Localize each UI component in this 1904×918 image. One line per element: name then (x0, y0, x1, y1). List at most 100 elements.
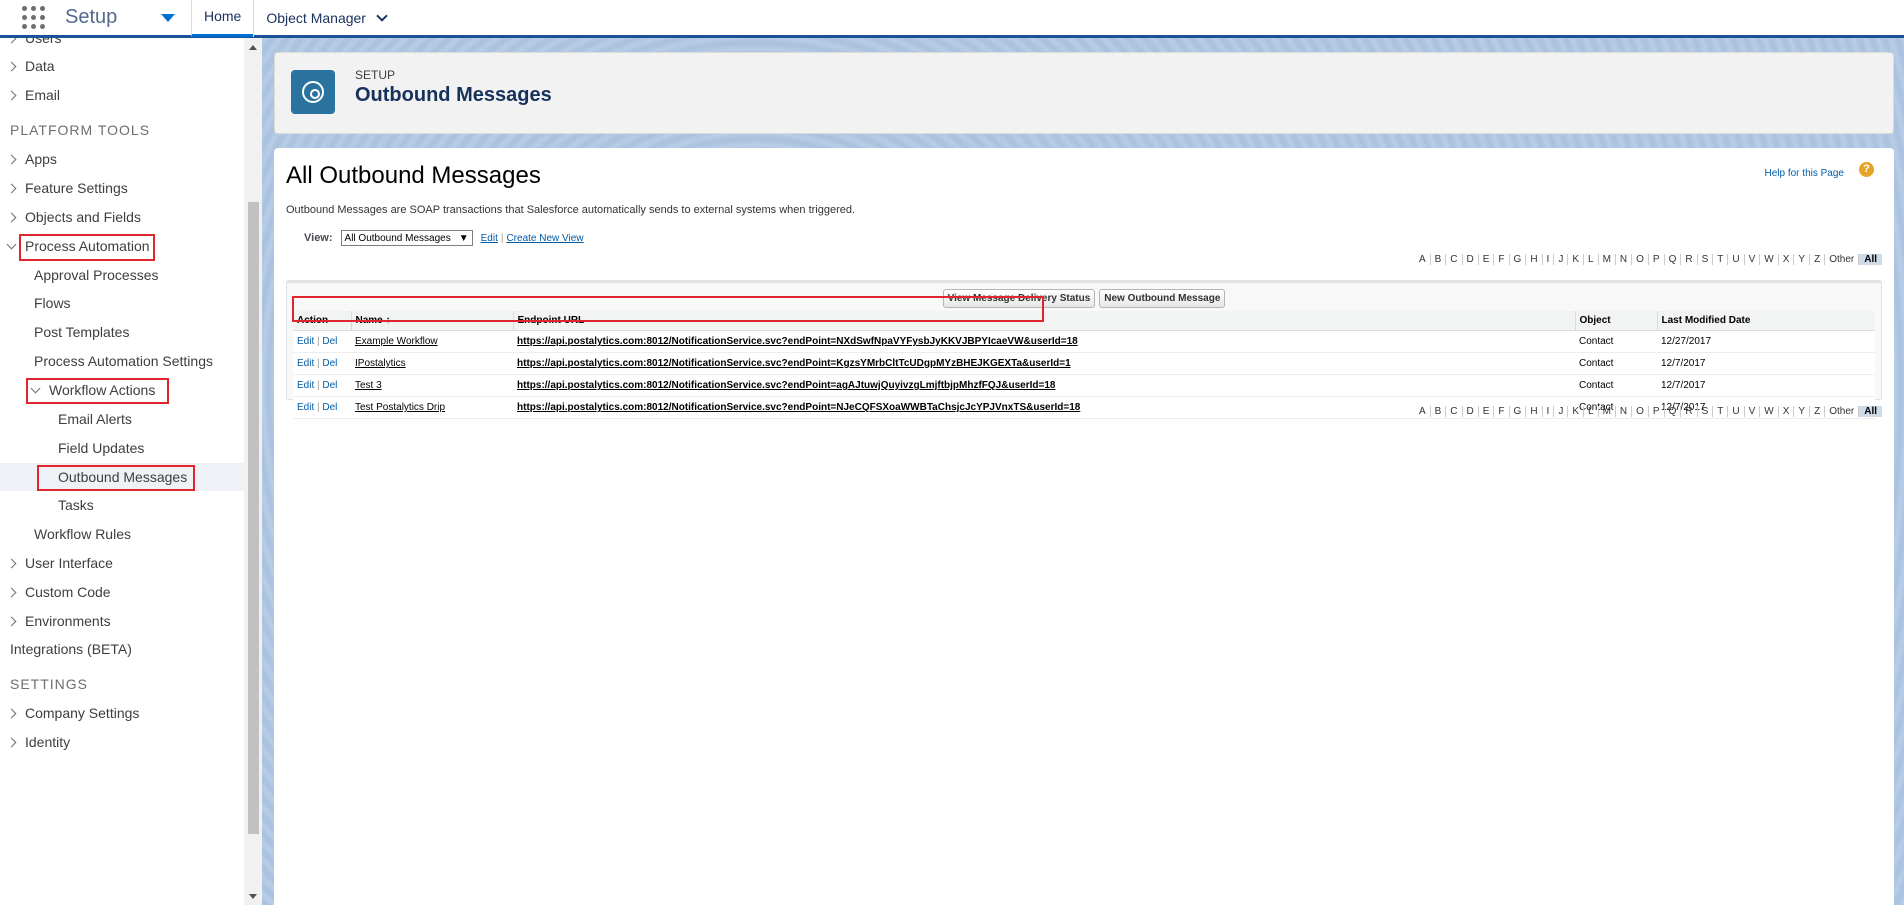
sidebar-item-data[interactable]: Data (0, 52, 244, 80)
alpha-filter-x[interactable]: X (1779, 406, 1795, 417)
alpha-filter-e[interactable]: E (1479, 406, 1495, 417)
sidebar-item-company-settings[interactable]: Company Settings (0, 699, 244, 727)
message-name-link[interactable]: Example Workflow (355, 336, 438, 347)
create-new-view-link[interactable]: Create New View (506, 233, 583, 244)
sidebar-item-post-templates[interactable]: Post Templates (0, 318, 244, 346)
alpha-filter-s[interactable]: S (1698, 406, 1714, 417)
new-outbound-message-button[interactable]: New Outbound Message (1099, 289, 1226, 308)
alpha-filter-j[interactable]: J (1554, 406, 1569, 417)
sidebar-item-apps[interactable]: Apps (0, 145, 244, 173)
alpha-filter-all[interactable]: All (1859, 406, 1882, 417)
edit-link[interactable]: Edit (297, 402, 314, 413)
alpha-filter-q[interactable]: Q (1665, 406, 1682, 417)
delete-link[interactable]: Del (322, 402, 337, 413)
alpha-filter-i[interactable]: I (1543, 406, 1555, 417)
alpha-filter-other[interactable]: Other (1825, 254, 1860, 265)
sidebar-item-integrations[interactable]: Integrations (BETA) (0, 635, 244, 663)
alpha-filter-m[interactable]: M (1599, 254, 1616, 265)
alpha-filter-n[interactable]: N (1616, 406, 1633, 417)
alpha-filter-y[interactable]: Y (1794, 254, 1811, 265)
alpha-filter-s[interactable]: S (1698, 254, 1714, 265)
alpha-filter-l[interactable]: L (1584, 254, 1599, 265)
alpha-filter-b[interactable]: B (1431, 406, 1447, 417)
alpha-filter-p[interactable]: P (1649, 254, 1665, 265)
edit-link[interactable]: Edit (297, 358, 314, 369)
alpha-filter-q[interactable]: Q (1665, 254, 1682, 265)
scrollbar-thumb[interactable] (248, 202, 259, 834)
alpha-filter-a[interactable]: A (1415, 406, 1431, 417)
delete-link[interactable]: Del (322, 380, 337, 391)
sidebar-item-identity[interactable]: Identity (0, 728, 244, 756)
sidebar-item-tasks[interactable]: Tasks (0, 491, 244, 519)
tab-object-manager[interactable]: Object Manager (253, 0, 398, 37)
alpha-filter-g[interactable]: G (1510, 406, 1527, 417)
alpha-filter-y[interactable]: Y (1794, 406, 1811, 417)
message-name-link[interactable]: IPostalytics (355, 358, 406, 369)
alpha-filter-r[interactable]: R (1681, 406, 1698, 417)
help-icon[interactable]: ? (1859, 162, 1874, 177)
alpha-filter-o[interactable]: O (1632, 406, 1649, 417)
help-link[interactable]: Help for this Page (1765, 168, 1845, 179)
alpha-filter-c[interactable]: C (1446, 406, 1463, 417)
alpha-filter-c[interactable]: C (1446, 254, 1463, 265)
alpha-filter-u[interactable]: U (1728, 254, 1745, 265)
sidebar-scrollbar[interactable] (244, 38, 262, 905)
sidebar-item-approval-processes[interactable]: Approval Processes (0, 261, 244, 289)
alpha-filter-b[interactable]: B (1431, 254, 1447, 265)
alpha-filter-m[interactable]: M (1599, 406, 1616, 417)
alpha-filter-p[interactable]: P (1649, 406, 1665, 417)
sidebar-item-workflow-rules[interactable]: Workflow Rules (0, 520, 244, 548)
alpha-filter-j[interactable]: J (1554, 254, 1569, 265)
edit-link[interactable]: Edit (297, 380, 314, 391)
message-name-link[interactable]: Test 3 (355, 380, 382, 391)
app-menu-chevron-icon[interactable] (161, 13, 175, 22)
alpha-filter-i[interactable]: I (1543, 254, 1555, 265)
endpoint-url-link[interactable]: https://api.postalytics.com:8012/Notific… (517, 380, 1055, 391)
column-header-object[interactable]: Object (1574, 311, 1657, 331)
alpha-filter-o[interactable]: O (1632, 254, 1649, 265)
alpha-filter-e[interactable]: E (1479, 254, 1495, 265)
scroll-up-arrow-icon[interactable] (249, 45, 257, 50)
alpha-filter-h[interactable]: H (1526, 406, 1543, 417)
column-header-modified[interactable]: Last Modified Date (1656, 311, 1875, 331)
sidebar-item-flows[interactable]: Flows (0, 289, 244, 317)
edit-view-link[interactable]: Edit (481, 233, 498, 244)
sidebar-item-environments[interactable]: Environments (0, 607, 244, 635)
alpha-filter-k[interactable]: K (1568, 254, 1584, 265)
alpha-filter-h[interactable]: H (1526, 254, 1543, 265)
endpoint-url-link[interactable]: https://api.postalytics.com:8012/Notific… (517, 358, 1071, 369)
delete-link[interactable]: Del (322, 358, 337, 369)
alpha-filter-w[interactable]: W (1760, 406, 1779, 417)
alpha-filter-f[interactable]: F (1494, 406, 1510, 417)
sidebar-item-custom-code[interactable]: Custom Code (0, 578, 244, 606)
delete-link[interactable]: Del (322, 336, 337, 347)
alpha-filter-all[interactable]: All (1859, 254, 1882, 265)
chevron-down-icon[interactable] (376, 9, 388, 22)
alpha-filter-w[interactable]: W (1760, 254, 1779, 265)
sidebar-item-feature-settings[interactable]: Feature Settings (0, 174, 244, 202)
alpha-filter-z[interactable]: Z (1810, 254, 1826, 265)
sidebar-item-user-interface[interactable]: User Interface (0, 549, 244, 577)
sidebar-item-email-alerts[interactable]: Email Alerts (0, 405, 244, 433)
alpha-filter-v[interactable]: V (1745, 254, 1761, 265)
alpha-filter-t[interactable]: T (1713, 254, 1729, 265)
alpha-filter-v[interactable]: V (1745, 406, 1761, 417)
alpha-filter-f[interactable]: F (1494, 254, 1510, 265)
edit-link[interactable]: Edit (297, 336, 314, 347)
endpoint-url-link[interactable]: https://api.postalytics.com:8012/Notific… (517, 402, 1080, 413)
sidebar-item-users[interactable]: Users (0, 38, 244, 52)
app-launcher-icon[interactable] (22, 5, 46, 30)
alpha-filter-n[interactable]: N (1616, 254, 1633, 265)
alpha-filter-r[interactable]: R (1681, 254, 1698, 265)
scroll-down-arrow-icon[interactable] (249, 894, 257, 899)
alpha-filter-k[interactable]: K (1568, 406, 1584, 417)
alpha-filter-a[interactable]: A (1415, 254, 1431, 265)
sidebar-item-process-automation-settings[interactable]: Process Automation Settings (0, 347, 244, 375)
sidebar-item-email[interactable]: Email (0, 81, 244, 109)
alpha-filter-t[interactable]: T (1713, 406, 1729, 417)
alpha-filter-x[interactable]: X (1779, 254, 1795, 265)
alpha-filter-d[interactable]: D (1463, 254, 1479, 265)
alpha-filter-g[interactable]: G (1510, 254, 1527, 265)
message-name-link[interactable]: Test Postalytics Drip (355, 402, 445, 413)
alpha-filter-l[interactable]: L (1584, 406, 1599, 417)
